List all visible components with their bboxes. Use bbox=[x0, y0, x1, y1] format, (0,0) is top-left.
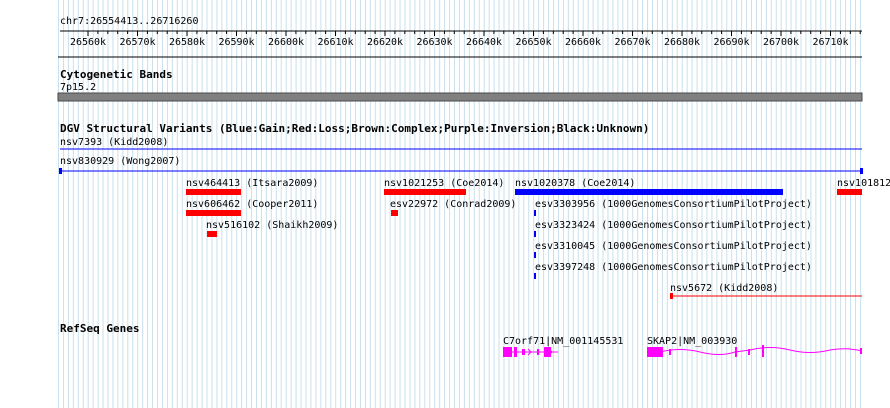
dgv-feature-label: nsv464413 (Itsara2009) bbox=[186, 178, 318, 189]
dgv-feature-label: nsv101812 bbox=[837, 178, 890, 189]
feature-end-cap bbox=[670, 293, 673, 299]
ruler-tick-label: 26700k bbox=[763, 37, 799, 48]
dgv-feature-bar-loss[interactable] bbox=[186, 210, 241, 216]
cytoband-track-title: Cytogenetic Bands bbox=[60, 68, 173, 81]
feature-end-cap bbox=[59, 168, 62, 174]
dgv-feature-label: esv22972 (Conrad2009) bbox=[390, 199, 516, 210]
dgv-feature-label: nsv1021253 (Coe2014) bbox=[384, 178, 504, 189]
ruler-tick-label: 26600k bbox=[268, 37, 304, 48]
cytoband-label: 7p15.2 bbox=[60, 82, 96, 93]
cytoband-band-bar[interactable] bbox=[57, 92, 863, 102]
dgv-feature-bar-loss[interactable] bbox=[391, 210, 398, 216]
ruler-tick-label: 26590k bbox=[218, 37, 254, 48]
dgv-feature-label: nsv5672 (Kidd2008) bbox=[670, 283, 778, 294]
region-label: chr7:26554413..26716260 bbox=[60, 16, 198, 27]
gene-model-c7orf71[interactable] bbox=[503, 347, 558, 357]
ruler-tick-label: 26710k bbox=[812, 37, 848, 48]
refseq-track-title: RefSeq Genes bbox=[60, 322, 139, 335]
gene-label: C7orf71|NM_001145531 bbox=[503, 336, 623, 347]
ruler-tick-label: 26660k bbox=[565, 37, 601, 48]
ruler-tick-label: 26670k bbox=[614, 37, 650, 48]
ruler-tick-label: 26560k bbox=[70, 37, 106, 48]
dgv-feature-label: nsv830929 (Wong2007) bbox=[60, 156, 180, 167]
dgv-feature-bar-loss[interactable] bbox=[207, 231, 217, 237]
ruler-tick-label: 26610k bbox=[317, 37, 353, 48]
genome-browser-view[interactable]: chr7:26554413..26716260 26560k 26570k 2658… bbox=[0, 0, 890, 408]
ruler-tick-label: 26630k bbox=[416, 37, 452, 48]
dgv-feature-tick-gain[interactable] bbox=[534, 252, 536, 258]
dgv-track-title: DGV Structural Variants (Blue:Gain;Red:L… bbox=[60, 122, 649, 135]
coordinate-ruler[interactable]: 26560k 26570k 26580k 26590k 26600k 26610k 2662… bbox=[60, 30, 862, 48]
dgv-feature-label: esv3397248 (1000GenomesConsortiumPilotPr… bbox=[535, 262, 812, 273]
dgv-feature-bar-gain[interactable] bbox=[515, 189, 783, 195]
dgv-feature-label: esv3310045 (1000GenomesConsortiumPilotPr… bbox=[535, 241, 812, 252]
dgv-feature-label: esv3323424 (1000GenomesConsortiumPilotPr… bbox=[535, 220, 812, 231]
ruler-tick-label: 26570k bbox=[119, 37, 155, 48]
dgv-feature-tick-gain[interactable] bbox=[534, 210, 536, 216]
ruler-tick-label: 26650k bbox=[515, 37, 551, 48]
dgv-feature-label: nsv606462 (Cooper2011) bbox=[186, 199, 318, 210]
dgv-feature-label: nsv1020378 (Coe2014) bbox=[515, 178, 635, 189]
feature-end-cap bbox=[860, 168, 863, 174]
dgv-feature-bar-loss[interactable] bbox=[837, 189, 862, 195]
ruler-tick-label: 26690k bbox=[713, 37, 749, 48]
dgv-feature-bar-loss[interactable] bbox=[186, 189, 241, 195]
gene-label: SKAP2|NM_003930 bbox=[647, 336, 737, 347]
dgv-feature-tick-gain[interactable] bbox=[534, 231, 536, 237]
ruler-tick-label: 26580k bbox=[169, 37, 205, 48]
ruler-tick-label: 26640k bbox=[466, 37, 502, 48]
track-canvas[interactable]: chr7:26554413..26716260 26560k 26570k 2658… bbox=[0, 0, 890, 408]
dgv-feature-tick-gain[interactable] bbox=[534, 273, 536, 279]
ruler-tick-label: 26680k bbox=[664, 37, 700, 48]
dgv-feature-label: esv3303956 (1000GenomesConsortiumPilotPr… bbox=[535, 199, 812, 210]
dgv-feature-bar-loss[interactable] bbox=[384, 189, 466, 195]
ruler-tick-label: 26620k bbox=[367, 37, 403, 48]
dgv-feature-label: nsv7393 (Kidd2008) bbox=[60, 137, 168, 148]
dgv-feature-label: nsv516102 (Shaikh2009) bbox=[206, 220, 338, 231]
